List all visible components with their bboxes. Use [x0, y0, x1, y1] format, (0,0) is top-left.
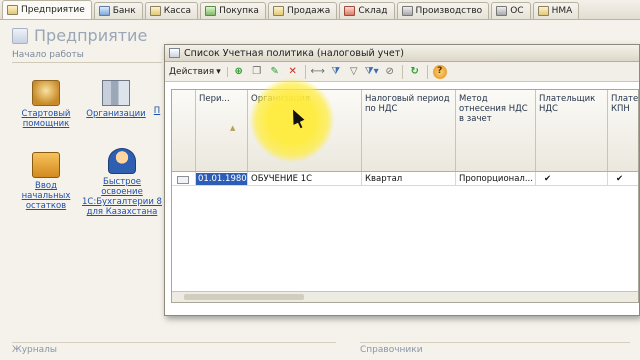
scrollbar-thumb[interactable]: [184, 294, 304, 300]
column-period[interactable]: Пери...: [196, 90, 248, 171]
fixed-assets-icon: [496, 6, 508, 16]
filter-list-icon[interactable]: ▽: [347, 65, 361, 79]
help-icon[interactable]: ?: [432, 64, 447, 79]
bank-icon: [98, 6, 110, 16]
actions-menu[interactable]: Действия ▾: [169, 66, 228, 77]
table-header: Пери... ▲ Организация Налоговый период п…: [172, 90, 638, 172]
column-vat-method[interactable]: Метод отнесения НДС в зачет: [456, 90, 536, 171]
window-title: Список Учетная политика (налоговый учет): [184, 47, 404, 59]
launcher-organizations[interactable]: Организации: [84, 80, 148, 119]
window-toolbar: Действия ▾ ⊕ ❐ ✎ ✕ ⟷ ⧩ ▽ ⧩▾ ⊘ ↻ ?: [165, 62, 639, 82]
toolbar-separator: [426, 64, 428, 79]
list-window-icon: [169, 48, 180, 58]
toolbar-separator: [304, 64, 306, 79]
column-cit-payer[interactable]: Плате КПН: [608, 90, 638, 171]
column-organization[interactable]: Организация: [248, 90, 362, 171]
copy-icon[interactable]: ❐: [250, 65, 264, 79]
launcher-partial[interactable]: П: [152, 106, 162, 116]
toolbar-separator: [401, 64, 403, 79]
wizard-icon: [32, 80, 60, 106]
learning-icon: [108, 148, 136, 174]
purchase-icon: [205, 6, 217, 16]
cell-vat-method[interactable]: Пропорционал...: [456, 172, 536, 186]
section-tabs: Предприятие Банк Касса Покупка Продажа С…: [0, 0, 640, 20]
horizontal-scrollbar[interactable]: [172, 291, 638, 302]
filter-icon[interactable]: ⧩: [329, 65, 343, 79]
warehouse-icon: [344, 6, 356, 16]
journals-header: Журналы: [12, 342, 336, 356]
launcher-start-wizard[interactable]: Стартовый помощник: [18, 80, 74, 129]
clear-filter-icon[interactable]: ⊘: [383, 65, 397, 79]
delete-icon[interactable]: ✕: [286, 65, 300, 79]
catalogs-header: Справочники: [360, 342, 630, 356]
filter-dropdown-icon[interactable]: ⧩▾: [365, 65, 379, 79]
tab-production[interactable]: Производство: [396, 2, 490, 19]
tab-enterprise[interactable]: Предприятие: [2, 0, 92, 19]
cash-icon: [149, 6, 161, 16]
cell-organization[interactable]: ОБУЧЕНИЕ 1С: [248, 172, 362, 186]
launcher-quick-learning[interactable]: Быстрое освоение 1С:Бухгалтерии 8 для Ка…: [82, 148, 162, 217]
row-icon-column: [172, 90, 196, 171]
tab-intangible-assets[interactable]: НМА: [532, 2, 580, 19]
dropdown-arrow-icon: ▾: [216, 66, 221, 77]
row-icon-cell: [172, 172, 196, 186]
record-icon: [177, 176, 189, 184]
balances-icon: [32, 152, 60, 178]
cell-vat-payer[interactable]: ✔: [536, 172, 608, 186]
policy-table: Пери... ▲ Организация Налоговый период п…: [171, 89, 639, 303]
tab-cash[interactable]: Касса: [144, 2, 199, 19]
section-start-header: Начало работы: [12, 50, 162, 63]
accounting-policy-window: Список Учетная политика (налоговый учет)…: [164, 44, 640, 316]
add-icon[interactable]: ⊕: [232, 65, 246, 79]
enterprise-icon: [12, 27, 28, 44]
launcher-initial-balances[interactable]: Ввод начальных остатков: [18, 152, 74, 211]
organizations-icon: [102, 80, 130, 106]
workspace-title: Предприятие: [12, 26, 147, 45]
cell-period[interactable]: 01.01.1980: [196, 172, 248, 186]
tab-sale[interactable]: Продажа: [267, 2, 338, 19]
production-icon: [401, 6, 413, 16]
sale-icon: [272, 6, 284, 16]
tab-fixed-assets[interactable]: ОС: [491, 2, 531, 19]
column-vat-payer[interactable]: Плательщик НДС: [536, 90, 608, 171]
table-row[interactable]: 01.01.1980 ОБУЧЕНИЕ 1С Квартал Пропорцио…: [172, 172, 638, 186]
tab-warehouse[interactable]: Склад: [339, 2, 395, 19]
enterprise-icon: [7, 5, 18, 15]
tab-bank[interactable]: Банк: [93, 2, 143, 19]
intangible-assets-icon: [537, 6, 549, 16]
sort-ascending-icon: ▲: [230, 124, 236, 132]
period-icon[interactable]: ⟷: [311, 65, 325, 79]
cell-cit-payer[interactable]: ✔: [608, 172, 638, 186]
cell-vat-period[interactable]: Квартал: [362, 172, 456, 186]
refresh-icon[interactable]: ↻: [408, 65, 422, 79]
column-vat-period[interactable]: Налоговый период по НДС: [362, 90, 456, 171]
edit-icon[interactable]: ✎: [268, 65, 282, 79]
tab-purchase[interactable]: Покупка: [200, 2, 266, 19]
window-titlebar[interactable]: Список Учетная политика (налоговый учет): [165, 45, 639, 62]
